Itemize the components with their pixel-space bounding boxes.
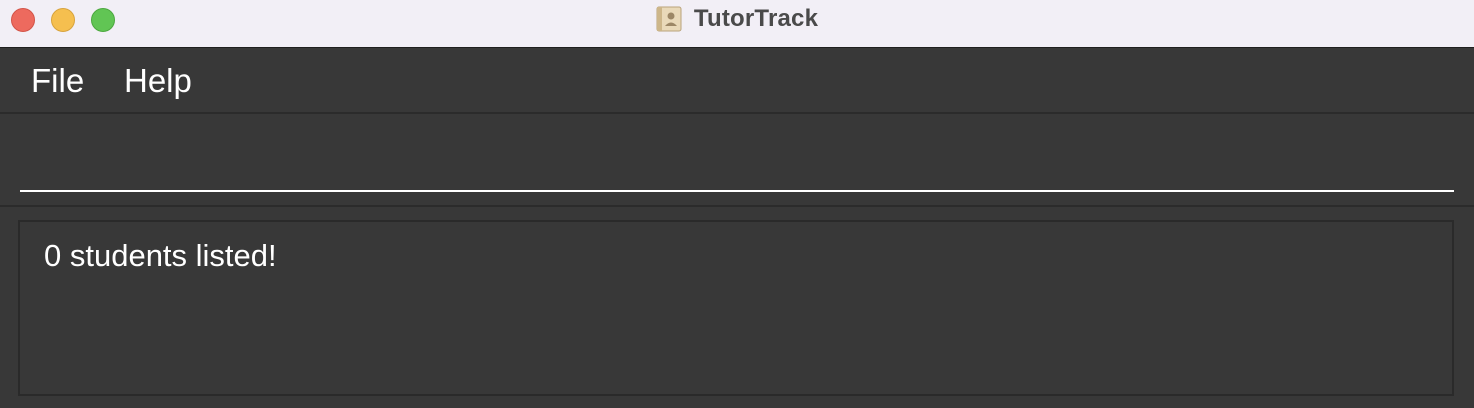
menu-help[interactable]: Help xyxy=(124,62,192,100)
title-bar[interactable]: TutorTrack xyxy=(0,0,1474,48)
command-box-container xyxy=(0,114,1474,207)
result-display-container: 0 students listed! xyxy=(0,207,1474,408)
app-window: TutorTrack File Help 0 students listed! xyxy=(0,0,1474,408)
menu-bar: File Help xyxy=(0,48,1474,114)
command-input[interactable] xyxy=(20,126,1454,192)
result-display: 0 students listed! xyxy=(18,220,1454,396)
address-book-icon xyxy=(656,6,682,32)
menu-file[interactable]: File xyxy=(31,62,84,100)
window-title: TutorTrack xyxy=(693,5,819,32)
result-message: 0 students listed! xyxy=(44,238,277,273)
title-group: TutorTrack xyxy=(0,0,1474,38)
